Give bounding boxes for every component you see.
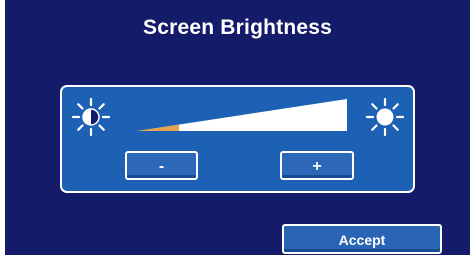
sun-dim-icon (71, 97, 111, 137)
decrease-brightness-button[interactable]: - (125, 151, 198, 180)
page-title: Screen Brightness (143, 16, 332, 39)
brightness-level-fill (137, 124, 179, 131)
increase-brightness-button[interactable]: + (280, 151, 354, 180)
brightness-screen: Screen Brightness - + Accept (5, 0, 470, 255)
accept-button[interactable]: Accept (282, 224, 442, 254)
sun-bright-icon (365, 97, 405, 137)
brightness-panel: - + (60, 85, 415, 193)
brightness-slider[interactable] (137, 99, 349, 133)
brightness-track (137, 99, 347, 131)
